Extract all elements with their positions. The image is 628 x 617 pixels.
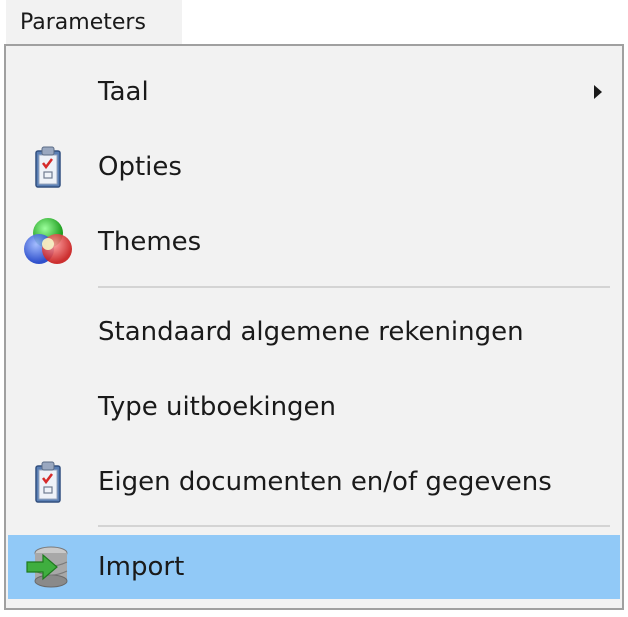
color-circles-icon xyxy=(16,210,80,274)
clipboard-check-icon xyxy=(16,135,80,199)
menu-parameters[interactable]: Parameters xyxy=(6,0,182,44)
menu-separator xyxy=(98,286,610,288)
menu-item-import-label: Import xyxy=(98,552,185,582)
menu-item-type-uitboekingen[interactable]: Type uitboekingen xyxy=(8,375,620,439)
menu-item-eigen-label: Eigen documenten en/of gegevens xyxy=(98,467,552,497)
menu-item-type-label: Type uitboekingen xyxy=(98,392,337,422)
menu-item-opties[interactable]: Opties xyxy=(8,135,620,199)
menu-item-eigen-documenten[interactable]: Eigen documenten en/of gegevens xyxy=(8,450,620,514)
submenu-arrow-icon xyxy=(594,85,602,99)
menu-item-opties-label: Opties xyxy=(98,152,182,182)
menu-item-taal[interactable]: Taal xyxy=(8,60,620,124)
clipboard-check-icon xyxy=(16,450,80,514)
database-import-icon xyxy=(16,535,80,599)
menu-item-standaard-label: Standaard algemene rekeningen xyxy=(98,317,524,347)
menu-item-themes[interactable]: Themes xyxy=(8,210,620,274)
menu-item-standaard-algemene-rekeningen[interactable]: Standaard algemene rekeningen xyxy=(8,300,620,364)
menu-separator xyxy=(98,525,610,527)
menu-item-themes-label: Themes xyxy=(98,227,202,257)
menu-item-import[interactable]: Import xyxy=(8,535,620,599)
menu-item-taal-label: Taal xyxy=(98,77,149,107)
menu-parameters-label: Parameters xyxy=(20,9,146,35)
parameters-dropdown: Taal Opties Themes Standaard algemene re… xyxy=(4,44,624,610)
